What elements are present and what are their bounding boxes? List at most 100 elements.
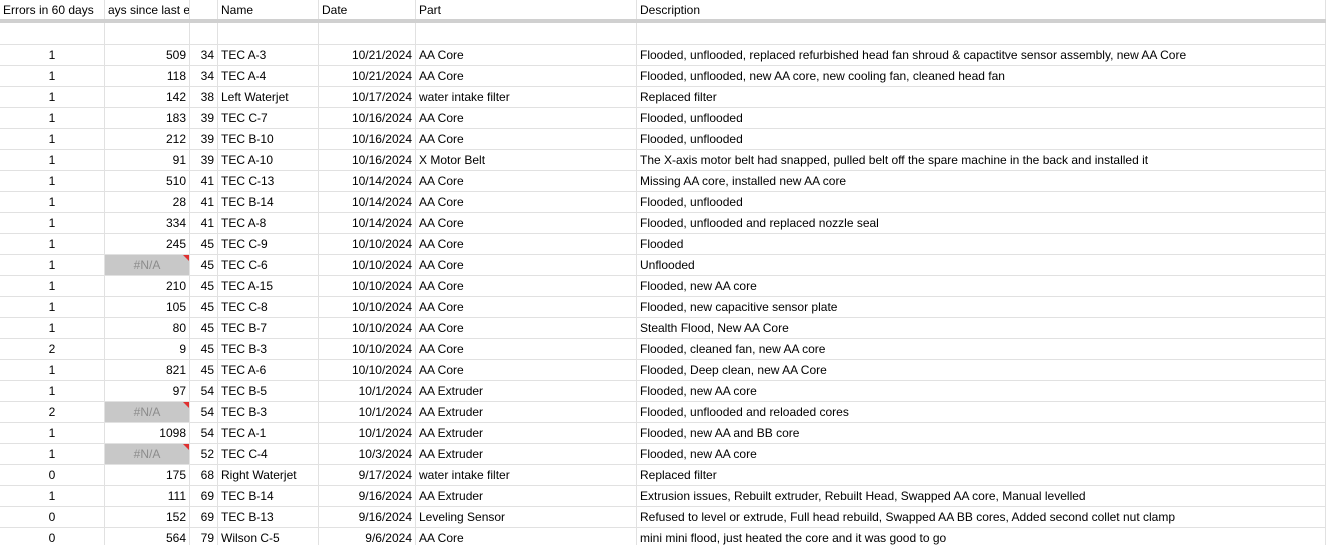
cell-part[interactable]: AA Core <box>416 108 637 129</box>
cell-part[interactable]: AA Core <box>416 276 637 297</box>
cell-part[interactable]: AA Core <box>416 297 637 318</box>
cell-part[interactable]: AA Core <box>416 528 637 545</box>
cell-short-days[interactable]: 68 <box>190 465 218 486</box>
cell-description[interactable]: Flooded, unflooded, new AA core, new coo… <box>637 66 1326 87</box>
cell-date[interactable]: 10/10/2024 <box>319 318 416 339</box>
cell-errors[interactable]: 1 <box>0 234 105 255</box>
cell-errors[interactable]: 1 <box>0 423 105 444</box>
cell-part[interactable]: AA Extruder <box>416 486 637 507</box>
cell-short-days[interactable]: 34 <box>190 66 218 87</box>
cell-name[interactable]: TEC C-13 <box>218 171 319 192</box>
cell-name[interactable]: TEC C-4 <box>218 444 319 465</box>
cell-days-since[interactable]: 80 <box>105 318 190 339</box>
cell-part[interactable]: Leveling Sensor <box>416 507 637 528</box>
cell-part[interactable]: X Motor Belt <box>416 150 637 171</box>
cell-date[interactable]: 9/17/2024 <box>319 465 416 486</box>
cell-days-since[interactable]: 28 <box>105 192 190 213</box>
cell-errors[interactable]: 2 <box>0 339 105 360</box>
cell-name[interactable]: TEC A-10 <box>218 150 319 171</box>
cell-part[interactable]: AA Core <box>416 360 637 381</box>
cell-date[interactable]: 9/16/2024 <box>319 486 416 507</box>
cell-short-days[interactable]: 45 <box>190 276 218 297</box>
cell-name[interactable]: TEC B-7 <box>218 318 319 339</box>
cell-name[interactable]: TEC A-8 <box>218 213 319 234</box>
cell-description[interactable] <box>637 23 1326 45</box>
cell-date[interactable]: 10/16/2024 <box>319 150 416 171</box>
cell-date[interactable]: 10/14/2024 <box>319 213 416 234</box>
cell-days-since[interactable]: 210 <box>105 276 190 297</box>
cell-date[interactable]: 10/17/2024 <box>319 87 416 108</box>
cell-days-since[interactable]: 509 <box>105 45 190 66</box>
header-name[interactable]: Name <box>218 0 319 19</box>
cell-part[interactable]: AA Core <box>416 318 637 339</box>
header-date[interactable]: Date <box>319 0 416 19</box>
cell-description[interactable]: Stealth Flood, New AA Core <box>637 318 1326 339</box>
cell-errors[interactable]: 0 <box>0 528 105 545</box>
cell-short-days[interactable]: 39 <box>190 150 218 171</box>
cell-days-since[interactable]: 564 <box>105 528 190 545</box>
cell-days-since[interactable]: 152 <box>105 507 190 528</box>
cell-days-since[interactable]: #N/A <box>105 255 190 276</box>
cell-days-since[interactable]: 510 <box>105 171 190 192</box>
cell-errors[interactable]: 1 <box>0 381 105 402</box>
cell-short-days[interactable]: 41 <box>190 213 218 234</box>
cell-errors[interactable]: 0 <box>0 507 105 528</box>
cell-short-days[interactable]: 45 <box>190 255 218 276</box>
cell-description[interactable]: Flooded, unflooded and reloaded cores <box>637 402 1326 423</box>
cell-part[interactable]: AA Core <box>416 66 637 87</box>
cell-short-days[interactable]: 39 <box>190 129 218 150</box>
cell-name[interactable]: TEC A-6 <box>218 360 319 381</box>
cell-date[interactable]: 10/16/2024 <box>319 129 416 150</box>
cell-description[interactable]: Flooded, unflooded <box>637 192 1326 213</box>
cell-days-since[interactable]: #N/A <box>105 402 190 423</box>
cell-name[interactable]: TEC C-8 <box>218 297 319 318</box>
header-days-since-last-error[interactable]: ays since last errys sir <box>105 0 190 19</box>
cell-description[interactable]: Flooded, new AA and BB core <box>637 423 1326 444</box>
cell-errors[interactable]: 1 <box>0 108 105 129</box>
cell-short-days[interactable]: 52 <box>190 444 218 465</box>
cell-days-since[interactable]: 9 <box>105 339 190 360</box>
cell-description[interactable]: Extrusion issues, Rebuilt extruder, Rebu… <box>637 486 1326 507</box>
cell-name[interactable]: TEC B-14 <box>218 192 319 213</box>
cell-date[interactable]: 10/14/2024 <box>319 192 416 213</box>
cell-date[interactable]: 10/14/2024 <box>319 171 416 192</box>
cell-date[interactable]: 10/1/2024 <box>319 381 416 402</box>
cell-description[interactable]: Flooded, new AA core <box>637 381 1326 402</box>
cell-short-days[interactable]: 69 <box>190 507 218 528</box>
cell-description[interactable]: mini mini flood, just heated the core an… <box>637 528 1326 545</box>
cell-part[interactable]: AA Core <box>416 45 637 66</box>
cell-short-days[interactable]: 41 <box>190 192 218 213</box>
cell-short-days[interactable]: 54 <box>190 423 218 444</box>
cell-part[interactable]: AA Core <box>416 192 637 213</box>
cell-errors[interactable]: 2 <box>0 402 105 423</box>
cell-short-days[interactable] <box>190 23 218 45</box>
cell-date[interactable]: 9/6/2024 <box>319 528 416 545</box>
cell-date[interactable]: 10/10/2024 <box>319 297 416 318</box>
cell-description[interactable]: Flooded, new AA core <box>637 444 1326 465</box>
cell-errors[interactable]: 1 <box>0 45 105 66</box>
cell-description[interactable]: The X-axis motor belt had snapped, pulle… <box>637 150 1326 171</box>
cell-description[interactable]: Flooded, new capacitive sensor plate <box>637 297 1326 318</box>
cell-days-since[interactable]: 105 <box>105 297 190 318</box>
cell-short-days[interactable]: 45 <box>190 297 218 318</box>
cell-name[interactable]: TEC B-5 <box>218 381 319 402</box>
cell-name[interactable]: TEC A-4 <box>218 66 319 87</box>
cell-errors[interactable]: 1 <box>0 150 105 171</box>
cell-errors[interactable]: 1 <box>0 66 105 87</box>
cell-errors[interactable]: 1 <box>0 129 105 150</box>
cell-days-since[interactable]: 175 <box>105 465 190 486</box>
cell-short-days[interactable]: 54 <box>190 381 218 402</box>
cell-days-since[interactable] <box>105 23 190 45</box>
cell-part[interactable]: AA Core <box>416 171 637 192</box>
cell-date[interactable]: 10/10/2024 <box>319 339 416 360</box>
cell-days-since[interactable]: 212 <box>105 129 190 150</box>
cell-errors[interactable]: 1 <box>0 486 105 507</box>
cell-errors[interactable]: 1 <box>0 171 105 192</box>
cell-errors[interactable]: 1 <box>0 318 105 339</box>
cell-name[interactable]: TEC C-6 <box>218 255 319 276</box>
cell-description[interactable]: Unflooded <box>637 255 1326 276</box>
cell-name[interactable]: Wilson C-5 <box>218 528 319 545</box>
cell-days-since[interactable]: 334 <box>105 213 190 234</box>
cell-date[interactable]: 10/10/2024 <box>319 234 416 255</box>
cell-description[interactable]: Flooded, unflooded <box>637 129 1326 150</box>
